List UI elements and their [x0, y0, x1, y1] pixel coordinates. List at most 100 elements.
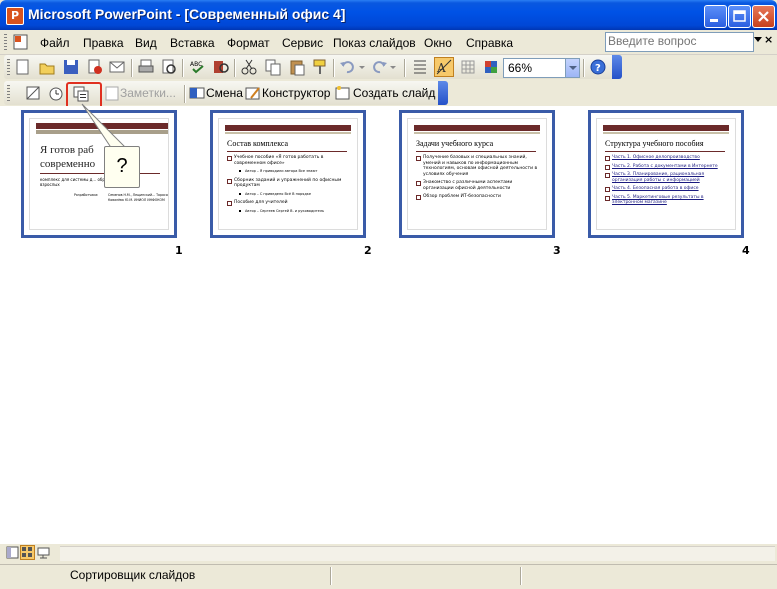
slide-sorter-view-icon[interactable]: [20, 545, 35, 560]
redo-dropdown-icon[interactable]: [388, 58, 398, 76]
slide-thumbnail-4[interactable]: Структура учебного пособия Часть 1. Офис…: [588, 110, 744, 238]
slide-2-content: Состав комплекса Учебное пособие «Я гото…: [218, 118, 358, 230]
slide-3-top-bar: [414, 125, 540, 131]
horizontal-scrollbar[interactable]: [60, 546, 775, 561]
normal-view-icon[interactable]: [6, 546, 19, 559]
maximize-button[interactable]: [728, 5, 751, 28]
window-title: Microsoft PowerPoint - [Современный офис…: [28, 6, 346, 22]
slide-4-rule: [605, 151, 725, 152]
slide-2-accent-bar: [225, 132, 351, 134]
email-icon[interactable]: [108, 58, 126, 76]
menu-edit[interactable]: Правка: [83, 36, 124, 50]
toolbar-grip[interactable]: [7, 85, 10, 101]
close-button[interactable]: [752, 5, 775, 28]
slide-3-accent-bar: [414, 132, 540, 134]
slide-number-1: 1: [175, 244, 183, 257]
menu-slideshow[interactable]: Показ слайдов: [333, 36, 416, 50]
question-callout: ?: [104, 146, 140, 188]
status-divider: [330, 567, 332, 585]
print-preview-icon[interactable]: [160, 58, 178, 76]
slide-3-bullets: Получение базовых и специальных знаний, …: [416, 155, 540, 203]
slide-4-bullet: Часть 2. Работа с документами в Интернет…: [605, 164, 729, 169]
notes-button[interactable]: Заметки...: [120, 86, 176, 100]
menu-format[interactable]: Формат: [227, 36, 270, 50]
slide-show-view-icon[interactable]: [37, 546, 50, 559]
print-icon[interactable]: [137, 58, 155, 76]
toolbar-grip[interactable]: [7, 59, 10, 75]
slide-3-bullet: Получение базовых и специальных знаний, …: [416, 155, 540, 177]
slide-4-top-bar: [603, 125, 729, 131]
status-divider: [520, 567, 522, 585]
slide-2-bullets: Учебное пособие «Я готов работать в совр…: [227, 155, 351, 217]
hide-slide-icon[interactable]: [24, 84, 42, 102]
slide-4-bullet: Часть 3. Планирование, рациональная орга…: [605, 172, 729, 183]
slide-2-bullet: Сборник заданий и упражнений по офисным …: [227, 178, 351, 189]
document-close-icon[interactable]: ×: [764, 33, 774, 46]
new-slide-button[interactable]: Создать слайд: [353, 86, 435, 100]
slide-4-bullets: Часть 1. Офисное делопроизводство Часть …: [605, 155, 729, 209]
help-icon[interactable]: ?: [589, 58, 607, 76]
new-slide-icon[interactable]: [334, 84, 352, 102]
slide-3-bullet: Знакомство с различными аспектами органи…: [416, 180, 540, 191]
slide-design-button[interactable]: Конструктор: [262, 86, 330, 100]
slide-2-sub-bullet: Автор – С приведено Всё В порядке: [227, 192, 351, 198]
zoom-dropdown-arrow[interactable]: [565, 59, 579, 77]
slide-design-icon[interactable]: [244, 84, 262, 102]
menu-tools[interactable]: Сервис: [282, 36, 323, 50]
help-question-box[interactable]: [605, 32, 754, 52]
grid-icon[interactable]: [459, 58, 477, 76]
slide-thumbnail-2[interactable]: Состав комплекса Учебное пособие «Я гото…: [210, 110, 366, 238]
title-bar[interactable]: P Microsoft PowerPoint - [Современный оф…: [0, 0, 777, 30]
slide-thumbnail-3[interactable]: Задачи учебного курса Получение базовых …: [399, 110, 555, 238]
cut-icon[interactable]: [240, 58, 258, 76]
redo-icon[interactable]: [370, 58, 388, 76]
new-icon[interactable]: [14, 58, 32, 76]
menu-grip[interactable]: [4, 34, 7, 50]
help-dropdown-arrow[interactable]: [754, 37, 762, 42]
slide-transition-icon[interactable]: [188, 84, 206, 102]
undo-dropdown-icon[interactable]: [357, 58, 367, 76]
menu-view[interactable]: Вид: [135, 36, 157, 50]
open-icon[interactable]: [38, 58, 56, 76]
slide-4-accent-bar: [603, 132, 729, 134]
slide-4-bullet: Часть 1. Офисное делопроизводство: [605, 155, 729, 161]
menu-file[interactable]: Файл: [40, 36, 70, 50]
slide-number-3: 3: [553, 244, 561, 257]
minimize-button[interactable]: [704, 5, 727, 28]
menu-insert[interactable]: Вставка: [170, 36, 215, 50]
toolbar-separator: [184, 85, 186, 103]
slide-3-rule: [416, 151, 536, 152]
help-question-input[interactable]: [608, 34, 740, 48]
zoom-combobox[interactable]: 66%: [503, 58, 580, 78]
slide-4-bullet: Часть 4. Безопасная работа в офисе: [605, 186, 729, 192]
toolbar-options-chevron[interactable]: [612, 55, 622, 79]
svg-text:?: ?: [595, 63, 601, 74]
slide-4-title: Структура учебного пособия: [605, 139, 704, 148]
slide-4-bullet: Часть 5. Маркетинговые результаты в элек…: [605, 195, 729, 206]
menu-help[interactable]: Справка: [466, 36, 513, 50]
rehearse-timings-icon[interactable]: [47, 84, 65, 102]
spelling-icon[interactable]: ABC: [189, 58, 207, 76]
color-grayscale-icon[interactable]: [482, 58, 500, 76]
expand-all-icon[interactable]: [411, 58, 429, 76]
status-bar: Сортировщик слайдов: [0, 564, 777, 589]
toolbar-options-chevron[interactable]: [438, 81, 448, 105]
slide-transition-button[interactable]: Смена: [206, 86, 243, 100]
format-painter-icon[interactable]: [311, 58, 329, 76]
menu-window[interactable]: Окно: [424, 36, 452, 50]
powerpoint-window: P Microsoft PowerPoint - [Современный оф…: [0, 0, 777, 589]
save-icon[interactable]: [62, 58, 80, 76]
paste-icon[interactable]: [288, 58, 306, 76]
powerpoint-app-icon[interactable]: P: [6, 7, 24, 25]
toolbar-separator: [234, 59, 236, 77]
slide-number-4: 4: [742, 244, 750, 257]
slide-2-title: Состав комплекса: [227, 139, 289, 148]
copy-icon[interactable]: [264, 58, 282, 76]
research-icon[interactable]: [212, 58, 230, 76]
slide-2-top-bar: [225, 125, 351, 131]
undo-icon[interactable]: [339, 58, 357, 76]
permission-icon[interactable]: [86, 58, 104, 76]
show-formatting-icon[interactable]: A: [434, 57, 454, 77]
document-icon[interactable]: [12, 33, 30, 51]
slide-1-rule: [40, 173, 160, 174]
